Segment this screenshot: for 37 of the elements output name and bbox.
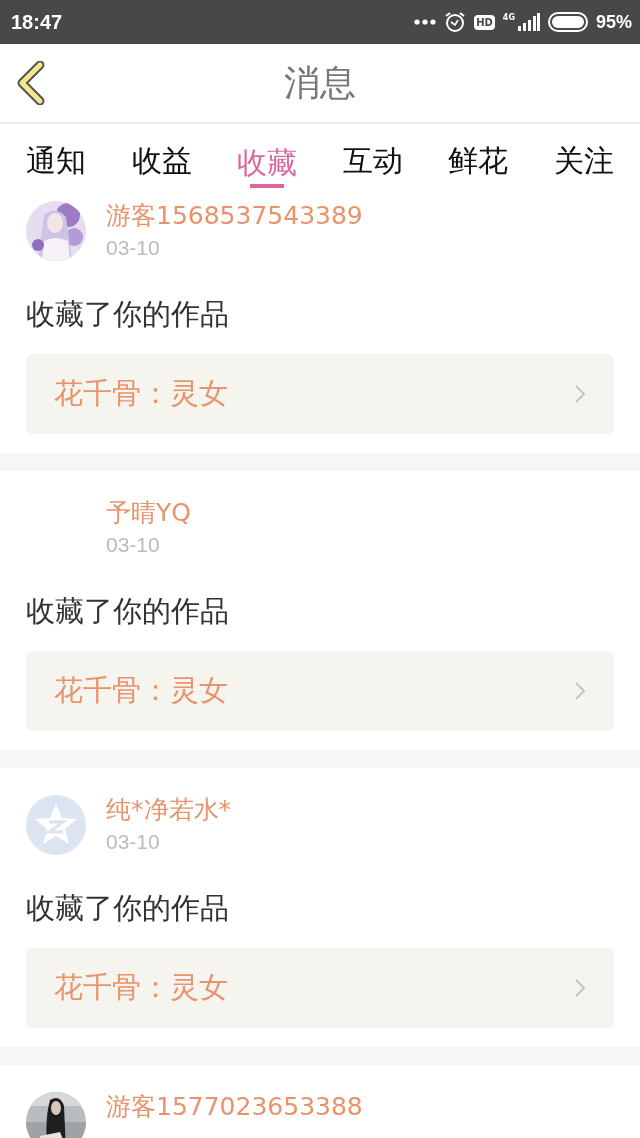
message-text: 收藏了你的作品 xyxy=(26,296,230,333)
star-avatar-icon xyxy=(26,795,86,855)
work-title: 花千骨：灵女 xyxy=(54,969,228,1006)
battery-percent: 95% xyxy=(595,11,632,33)
category-tab[interactable]: 通知 xyxy=(26,124,86,190)
more-dots-icon xyxy=(414,19,437,25)
signal-icon xyxy=(515,13,540,31)
work-link[interactable]: 花千骨：灵女 xyxy=(26,354,614,434)
message-date: 03-10 xyxy=(106,235,161,261)
category-tab[interactable]: 关注 xyxy=(553,124,614,190)
message-text: 收藏了你的作品 xyxy=(26,890,230,927)
chevron-right-icon xyxy=(574,977,586,999)
network-label: 4G xyxy=(502,13,515,22)
user-name[interactable]: 纯*净若水* xyxy=(106,793,231,827)
user-name[interactable]: 游客1577023653388 xyxy=(106,1090,363,1124)
message-date: 03-10 xyxy=(106,829,161,855)
work-title: 花千骨：灵女 xyxy=(54,375,228,412)
chevron-right-icon xyxy=(574,680,586,702)
work-title: 花千骨：灵女 xyxy=(54,672,228,709)
category-tab[interactable]: 鲜花 xyxy=(448,124,509,190)
work-link[interactable]: 花千骨：灵女 xyxy=(26,948,614,1028)
message-date: 03-10 xyxy=(106,532,161,558)
user-name[interactable]: 予晴YQ xyxy=(106,496,191,530)
message-text: 收藏了你的作品 xyxy=(26,593,230,630)
page-title: 消息 xyxy=(284,60,356,105)
category-tab[interactable]: 收益 xyxy=(131,124,192,190)
work-link[interactable]: 花千骨：灵女 xyxy=(26,651,614,731)
chevron-right-icon xyxy=(574,383,586,405)
alarm-clock-icon xyxy=(444,11,467,33)
back-chevron-icon xyxy=(16,61,46,105)
category-tab[interactable]: 收藏 xyxy=(237,124,298,190)
clock-time: 18:47 xyxy=(11,10,63,34)
battery-icon xyxy=(547,12,588,32)
user-name[interactable]: 游客1568537543389 xyxy=(106,199,363,233)
back-button[interactable] xyxy=(16,61,46,105)
category-tab[interactable]: 互动 xyxy=(342,124,403,190)
hd-badge: HD xyxy=(474,14,495,30)
